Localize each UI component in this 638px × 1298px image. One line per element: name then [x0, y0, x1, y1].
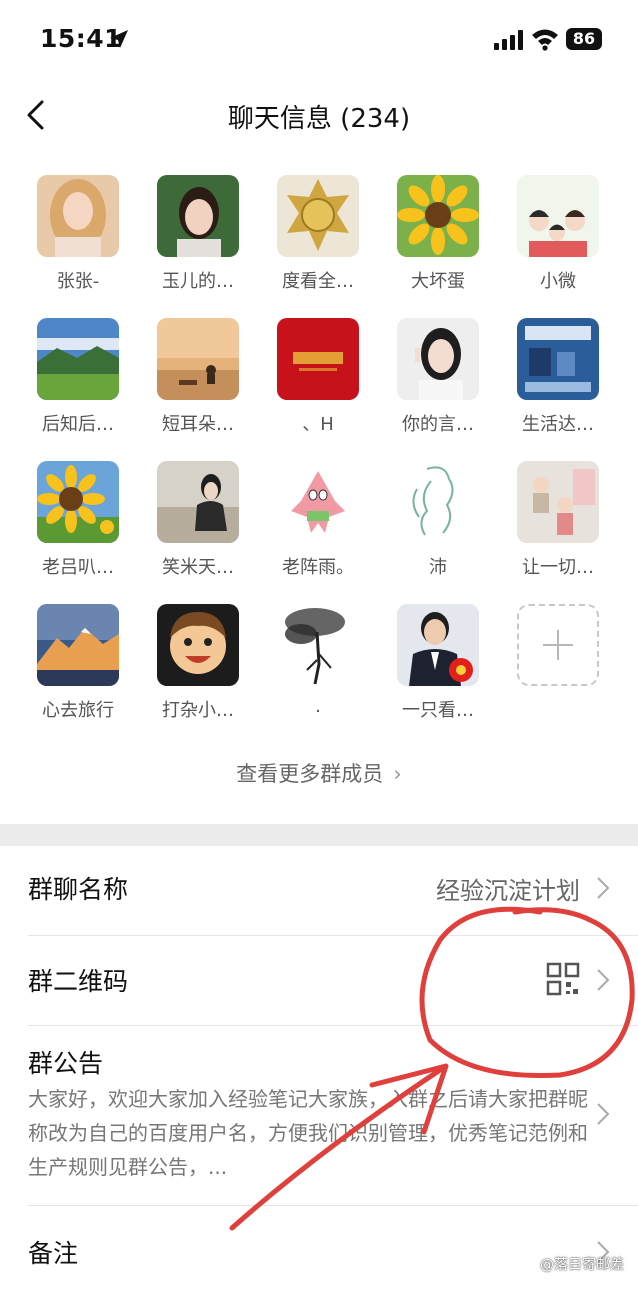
- member-item[interactable]: .: [258, 604, 378, 734]
- avatar: [517, 318, 599, 400]
- member-name: 张张-: [56, 271, 100, 292]
- avatar: [277, 318, 359, 400]
- avatar: [157, 318, 239, 400]
- group-name-value: 经验沉淀计划: [436, 877, 580, 905]
- member-item[interactable]: 老吕叭…: [18, 461, 138, 591]
- member-item[interactable]: 玉儿的…: [138, 175, 258, 305]
- avatar: [277, 175, 359, 257]
- section-divider: [0, 824, 638, 846]
- group-qr-row[interactable]: 群二维码: [0, 936, 638, 1026]
- member-name: 后知后…: [42, 414, 114, 435]
- chevron-right-icon: [597, 877, 610, 899]
- location-arrow-icon: [110, 30, 128, 48]
- plus-icon[interactable]: [517, 604, 599, 686]
- member-item[interactable]: 老阵雨。: [258, 461, 378, 591]
- member-name: 老阵雨。: [282, 557, 354, 578]
- qr-code-icon: [546, 962, 580, 996]
- member-name: 、H: [302, 414, 334, 435]
- member-item[interactable]: 小微: [498, 175, 618, 305]
- member-item[interactable]: 短耳朵…: [138, 318, 258, 448]
- avatar: [397, 318, 479, 400]
- member-item[interactable]: 笑米天…: [138, 461, 258, 591]
- page-title: 聊天信息 (234): [227, 104, 411, 134]
- avatar: [37, 604, 119, 686]
- member-item[interactable]: 打杂小…: [138, 604, 258, 734]
- member-name: 小微: [540, 271, 576, 292]
- remark-row[interactable]: 备注: [0, 1206, 638, 1298]
- member-name: 笑米天…: [162, 557, 234, 578]
- avatar: [397, 461, 479, 543]
- avatar: [517, 461, 599, 543]
- member-item[interactable]: 后知后…: [18, 318, 138, 448]
- member-item[interactable]: 心去旅行: [18, 604, 138, 734]
- group-notice-text: 大家好，欢迎大家加入经验笔记大家族，入群之后请大家把群昵称改为自己的百度用户名，…: [28, 1087, 588, 1179]
- member-name: 你的言…: [402, 414, 474, 435]
- group-qr-label: 群二维码: [28, 967, 129, 996]
- avatar: [37, 175, 119, 257]
- member-item[interactable]: 你的言…: [378, 318, 498, 448]
- chevron-right-icon: ›: [393, 762, 402, 786]
- avatar: [277, 461, 359, 543]
- avatar: [37, 318, 119, 400]
- group-notice-label: 群公告: [28, 1049, 104, 1078]
- remark-label: 备注: [28, 1239, 79, 1268]
- member-item[interactable]: 张张-: [18, 175, 138, 305]
- avatar: [397, 604, 479, 686]
- view-more-members-link[interactable]: 查看更多群成员 ›: [0, 758, 638, 788]
- member-name: 让一切…: [522, 557, 594, 578]
- member-item[interactable]: 一只看…: [378, 604, 498, 734]
- member-item[interactable]: 生活达…: [498, 318, 618, 448]
- avatar: [517, 175, 599, 257]
- member-item[interactable]: 让一切…: [498, 461, 618, 591]
- member-item[interactable]: 大坏蛋: [378, 175, 498, 305]
- member-name: 玉儿的…: [162, 271, 234, 292]
- member-name: 大坏蛋: [411, 271, 465, 292]
- member-name: .: [315, 696, 321, 717]
- avatar: [157, 175, 239, 257]
- avatar: [397, 175, 479, 257]
- group-notice-row[interactable]: 群公告 大家好，欢迎大家加入经验笔记大家族，入群之后请大家把群昵称改为自己的百度…: [0, 1026, 638, 1206]
- member-item[interactable]: 度看全…: [258, 175, 378, 305]
- chevron-right-icon: [597, 969, 610, 991]
- member-name: 度看全…: [282, 271, 354, 292]
- avatar: [37, 461, 119, 543]
- member-name: 老吕叭…: [42, 557, 114, 578]
- avatar: [277, 604, 359, 686]
- avatar: [157, 604, 239, 686]
- cellular-signal-icon: [494, 30, 523, 50]
- member-item[interactable]: 、H: [258, 318, 378, 448]
- avatar: [157, 461, 239, 543]
- wifi-icon: [532, 29, 558, 51]
- member-name: 生活达…: [522, 414, 594, 435]
- member-name: 一只看…: [402, 700, 474, 721]
- add-member-button[interactable]: [498, 604, 618, 734]
- chevron-right-icon: [597, 1103, 610, 1125]
- view-more-members-label: 查看更多群成员: [236, 762, 384, 786]
- member-name: 打杂小…: [162, 700, 234, 721]
- watermark: @落日寄邮差: [540, 1257, 624, 1273]
- battery-indicator: 86: [566, 28, 602, 50]
- nav-bar: 聊天信息 (234): [0, 80, 638, 150]
- member-name: 短耳朵…: [162, 414, 234, 435]
- member-item[interactable]: 沛: [378, 461, 498, 591]
- member-name: 沛: [429, 557, 447, 578]
- group-name-row[interactable]: 群聊名称 经验沉淀计划: [0, 846, 638, 936]
- group-name-label: 群聊名称: [28, 875, 129, 904]
- status-bar: 15:41 86: [0, 0, 638, 80]
- member-name: 心去旅行: [42, 700, 114, 721]
